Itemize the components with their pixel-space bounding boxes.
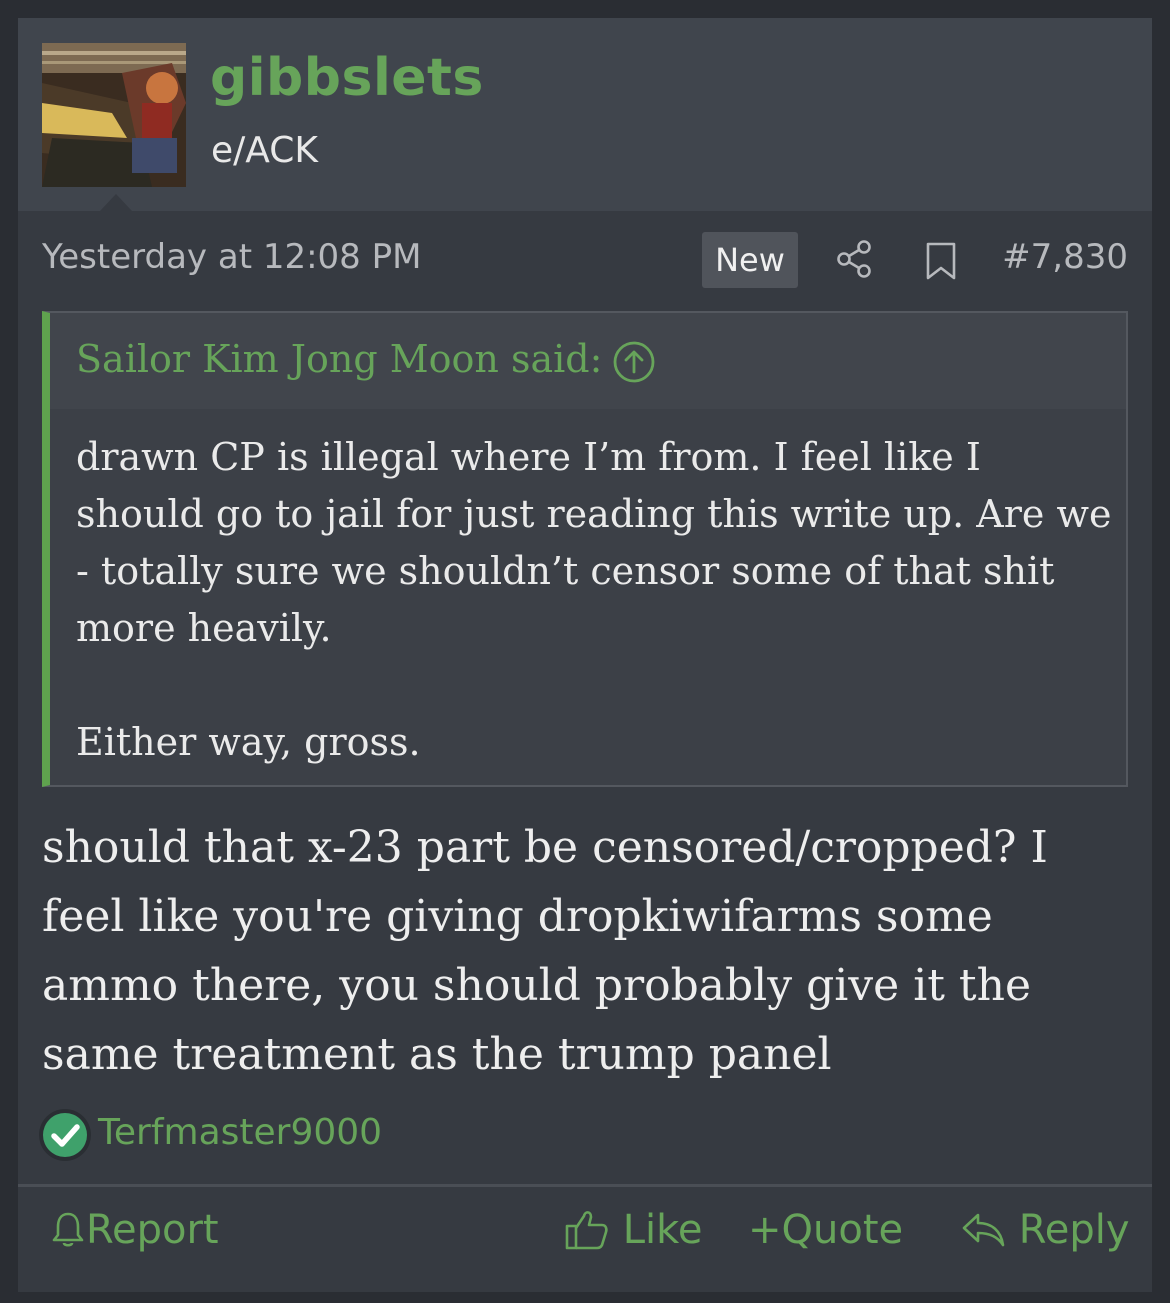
- quote-author[interactable]: Sailor Kim Jong Moon said:: [76, 337, 602, 381]
- share-icon[interactable]: [836, 239, 874, 283]
- avatar[interactable]: [42, 43, 186, 187]
- report-label: Report: [86, 1207, 219, 1253]
- quote-button[interactable]: +Quote: [748, 1207, 903, 1261]
- username[interactable]: gibbslets: [210, 48, 484, 108]
- bookmark-icon[interactable]: [924, 241, 958, 285]
- thumbs-up-icon: [565, 1211, 608, 1250]
- bell-icon: [52, 1212, 84, 1247]
- new-badge: New: [702, 232, 798, 288]
- reply-button[interactable]: Reply: [960, 1207, 1130, 1261]
- post-number[interactable]: #7,830: [1002, 237, 1128, 277]
- post-timestamp[interactable]: Yesterday at 12:08 PM: [42, 237, 421, 277]
- post-meta: Yesterday at 12:08 PM New #7,830: [18, 211, 1152, 311]
- plus-icon: +: [748, 1207, 782, 1253]
- quote-body: drawn CP is illegal where I’m from. I fe…: [76, 435, 1112, 764]
- forum-post: gibbslets e/ACK Yesterday at 12:08 PM Ne…: [18, 18, 1152, 1292]
- reaction-user[interactable]: Terfmaster9000: [98, 1112, 382, 1153]
- post-message: should that x-23 part be censored/croppe…: [42, 822, 1048, 1080]
- reply-arrow-icon: [962, 1213, 1005, 1247]
- like-label: Like: [622, 1207, 703, 1253]
- header-pointer: [100, 194, 132, 211]
- checkmark-icon: [38, 1108, 92, 1166]
- user-title: e/ACK: [211, 130, 319, 171]
- post-actions: Report Like +Quote Reply: [18, 1184, 1152, 1292]
- like-button[interactable]: Like: [564, 1207, 702, 1261]
- quote-header[interactable]: Sailor Kim Jong Moon said:: [50, 313, 1126, 409]
- arrow-up-circle-icon[interactable]: [612, 340, 656, 388]
- quote-block: Sailor Kim Jong Moon said: drawn CP is i…: [42, 311, 1128, 787]
- report-button[interactable]: Report: [50, 1207, 219, 1261]
- reply-label: Reply: [1018, 1207, 1130, 1253]
- quote-label: Quote: [781, 1207, 904, 1253]
- post-header: gibbslets e/ACK: [18, 18, 1152, 211]
